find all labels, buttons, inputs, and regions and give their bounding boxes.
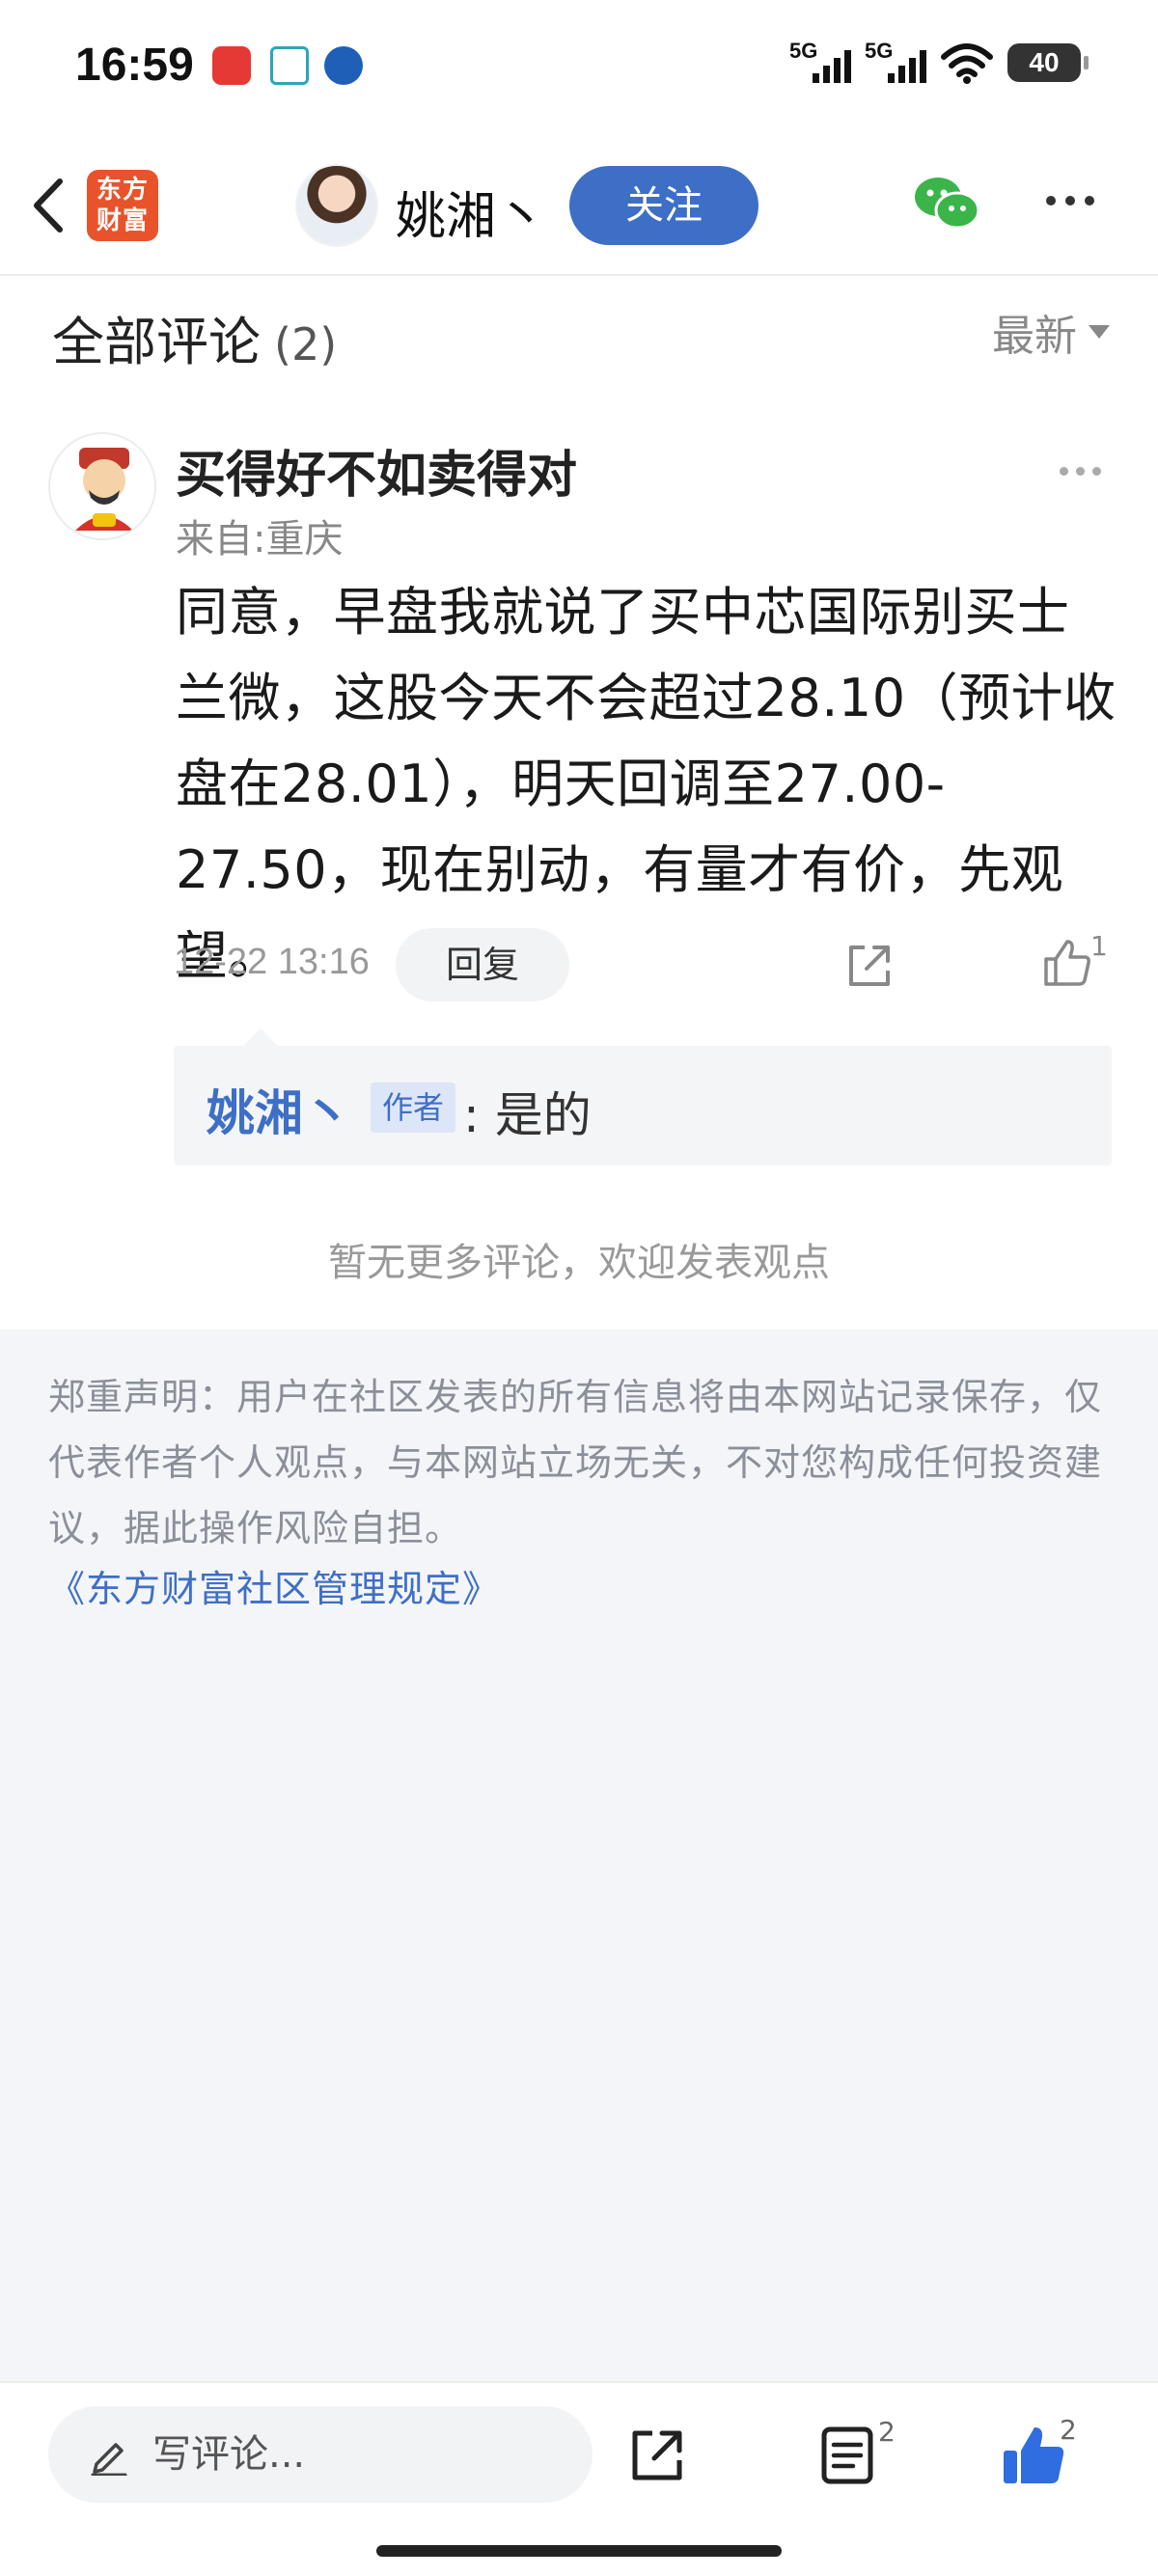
- comment-timestamp: 12-22 13:16: [174, 942, 370, 982]
- community-rules-link[interactable]: 《东方财富社区管理规定》: [48, 1559, 500, 1612]
- disclaimer-text: 郑重声明：用户在社区发表的所有信息将由本网站记录保存，仅代表作者个人观点，与本网…: [48, 1376, 1103, 1549]
- total-like-count: 2: [1060, 2414, 1077, 2446]
- reply-box[interactable]: 姚湘丶 作者 : 是的: [174, 1046, 1112, 1165]
- no-more-comments: 暂无更多评论，欢迎发表观点: [328, 1241, 830, 1285]
- thumbs-up-filled-icon[interactable]: [1000, 2422, 1067, 2489]
- comment-body: 同意，早盘我就说了买中芯国际别买士兰微，这股今天不会超过28.10（预计收盘在2…: [176, 582, 1117, 986]
- thumbs-up-icon[interactable]: [1040, 936, 1094, 990]
- commenter-name[interactable]: 买得好不如卖得对: [176, 434, 577, 507]
- share-icon[interactable]: [843, 940, 896, 992]
- bottom-bar: 2 2: [0, 2381, 1158, 2576]
- reply-author[interactable]: 姚湘丶: [207, 1075, 351, 1144]
- wechat-icon[interactable]: [913, 174, 980, 232]
- reply-text: : 是的: [463, 1087, 592, 1143]
- back-icon[interactable]: [25, 174, 73, 237]
- status-indicators: 5G 5G 40: [789, 39, 1089, 87]
- nav-bar: 东方 财富 姚湘丶 关注: [0, 135, 1158, 276]
- wifi-icon: [941, 43, 993, 84]
- fortune-god-icon: [75, 448, 133, 531]
- commenter-avatar[interactable]: [48, 432, 156, 540]
- brand-logo-text: 东方: [96, 176, 149, 205]
- status-time: 16:59: [75, 40, 194, 91]
- signal-icon: 5G: [789, 39, 851, 87]
- comments-title: 全部评论: [52, 312, 261, 372]
- comment-total-count: 2: [878, 2416, 896, 2448]
- comment-list-icon[interactable]: [818, 2424, 876, 2487]
- pencil-icon: [91, 2443, 127, 2476]
- red-app-icon: [212, 46, 251, 85]
- status-bar: 16:59 5G 5G 40: [0, 0, 1158, 135]
- commenter-location: 来自:重庆: [176, 517, 344, 562]
- follow-button[interactable]: 关注: [569, 166, 758, 245]
- reply-pointer: [243, 1028, 278, 1046]
- sort-label: 最新: [992, 312, 1077, 361]
- brand-logo[interactable]: 东方 财富: [87, 170, 158, 241]
- sort-dropdown[interactable]: 最新: [992, 301, 1110, 363]
- home-app-icon: [270, 46, 309, 85]
- reply-button[interactable]: 回复: [396, 928, 569, 1001]
- comment-more-icon[interactable]: [1060, 461, 1110, 477]
- caret-down-icon: [1089, 325, 1110, 339]
- blue-app-icon: [324, 46, 363, 85]
- brand-logo-text: 财富: [96, 206, 149, 235]
- comments-count: (2): [274, 318, 338, 370]
- more-icon[interactable]: [1046, 191, 1104, 220]
- author-avatar[interactable]: [295, 164, 378, 247]
- signal-icon: 5G: [865, 39, 926, 87]
- author-badge: 作者: [371, 1082, 456, 1133]
- comment-input[interactable]: [48, 2406, 593, 2503]
- author-name[interactable]: 姚湘丶: [396, 176, 546, 248]
- comments-header: 全部评论 (2): [52, 299, 337, 375]
- battery-icon: 40: [1007, 43, 1089, 82]
- home-indicator[interactable]: [376, 2545, 782, 2557]
- share-icon[interactable]: [627, 2425, 687, 2485]
- comment-like-count: 1: [1090, 930, 1108, 962]
